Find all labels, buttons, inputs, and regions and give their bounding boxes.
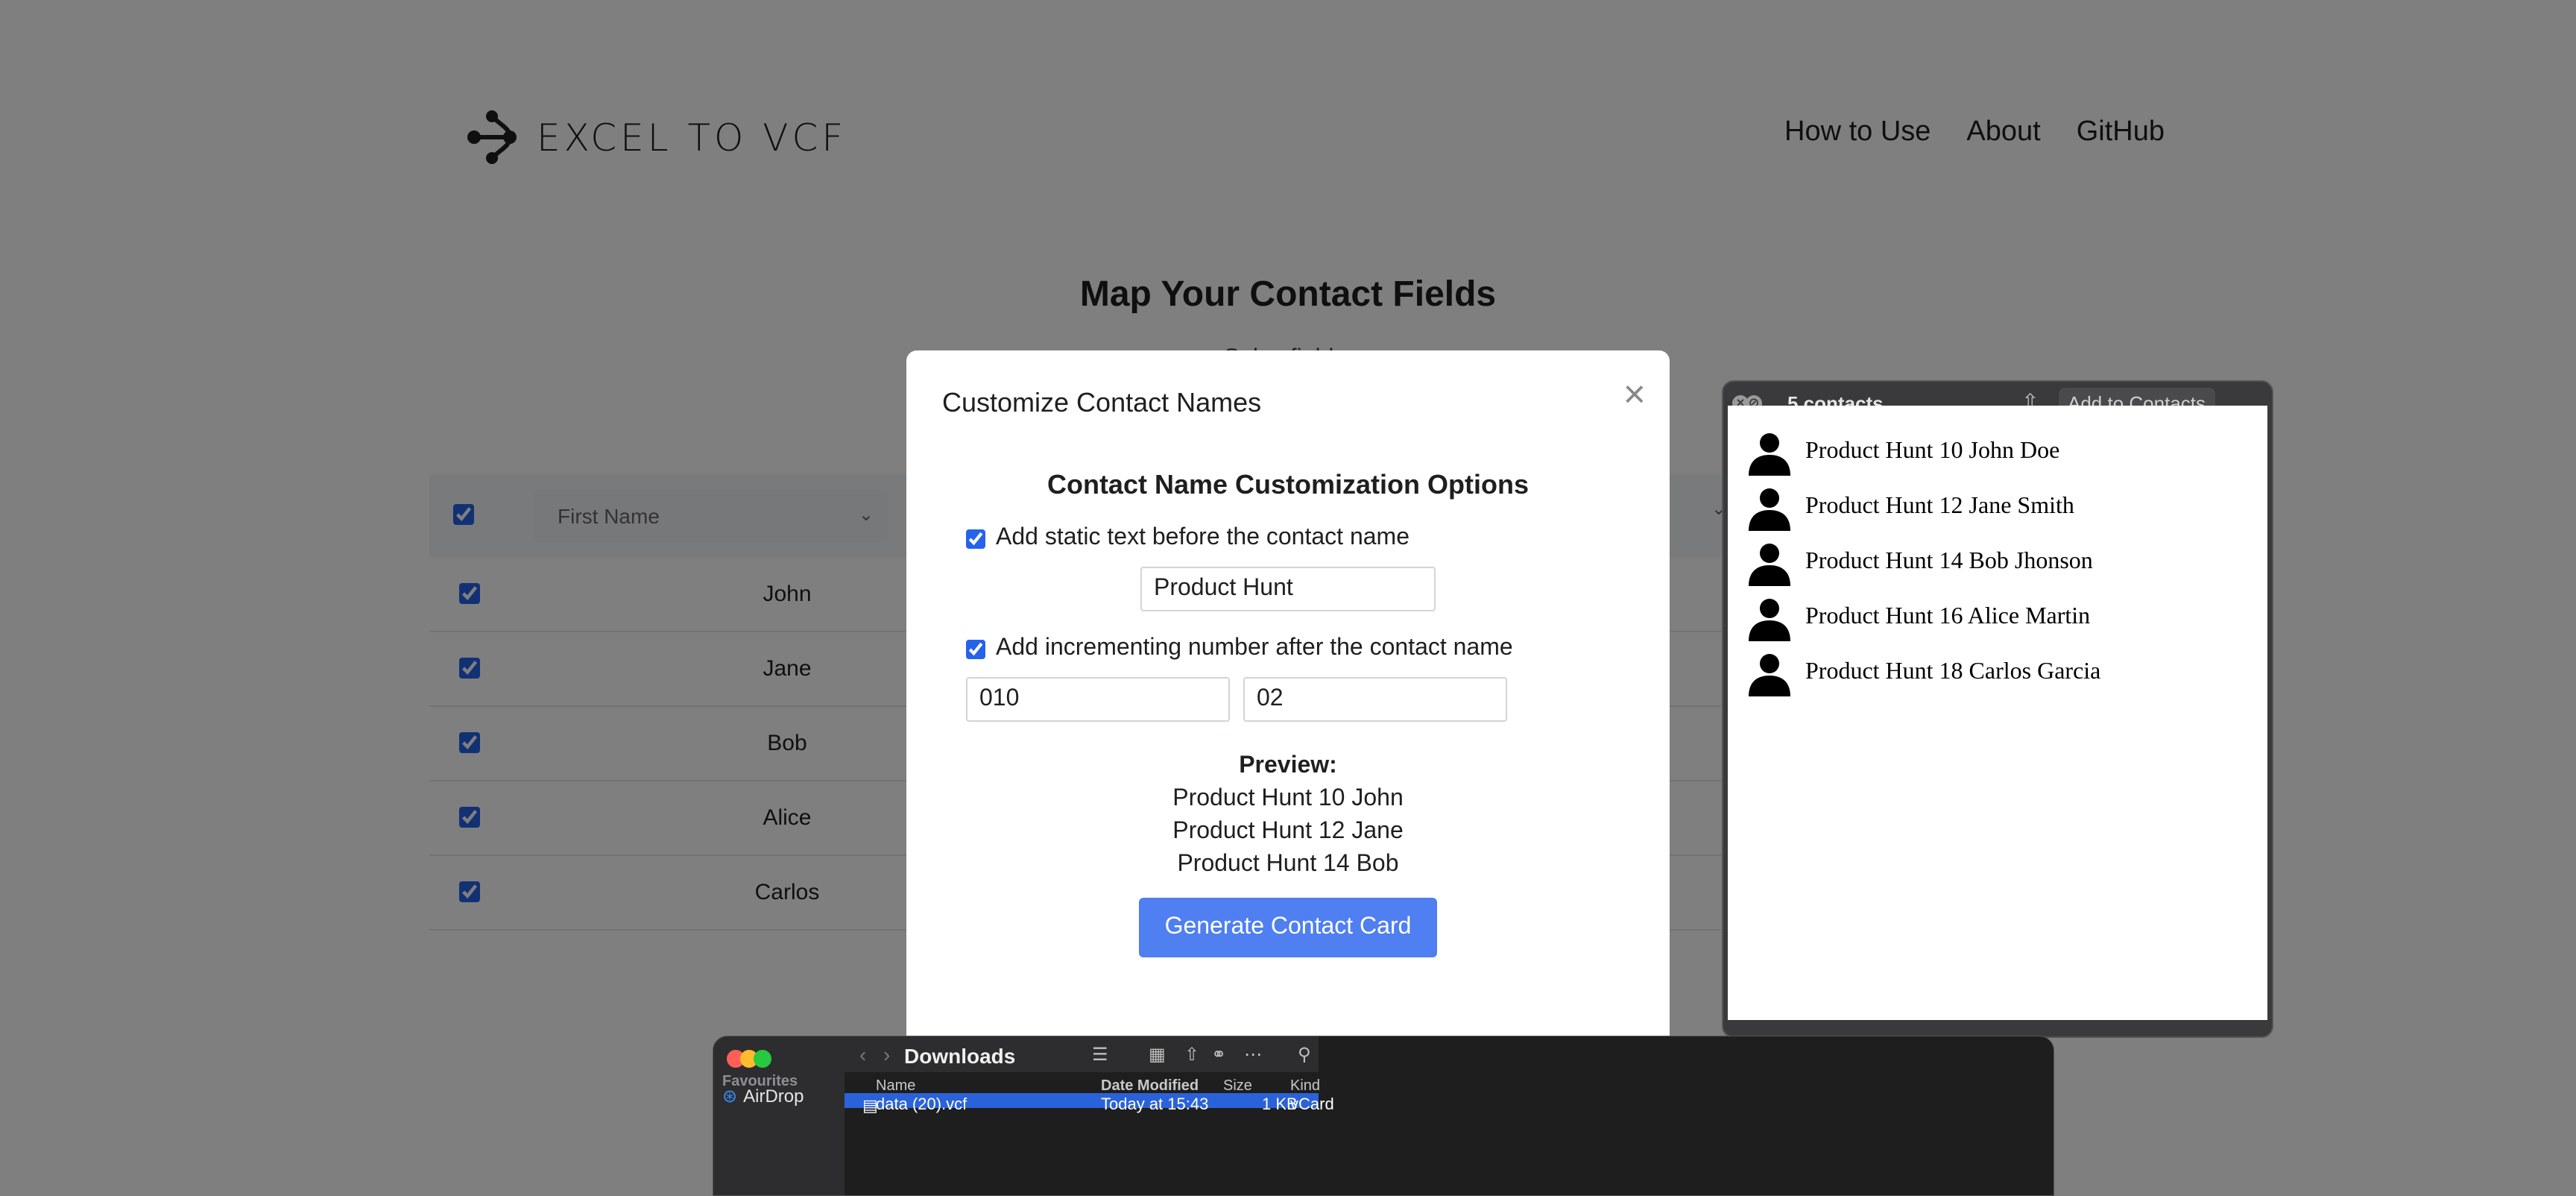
file-kind: vCard <box>1290 1096 1334 1114</box>
column-name[interactable]: Name <box>876 1078 915 1095</box>
step-number-input[interactable] <box>1243 677 1507 722</box>
contact-name: Product Hunt 10 John Doe <box>1805 438 2060 463</box>
contact-name: Product Hunt 12 Jane Smith <box>1805 493 2074 518</box>
finder-main: ‹ › Downloads ☰ ▦ ⇧ ⚭ ⋯ ⚲ Name Date Modi… <box>845 1036 1334 1195</box>
contact-item[interactable]: Product Hunt 16 Alice Martin <box>1746 589 2100 644</box>
column-kind[interactable]: Kind <box>1290 1078 1320 1095</box>
static-text-input[interactable] <box>1140 567 1436 611</box>
contacts-list-panel: Product Hunt 10 John Doe Product Hunt 12… <box>1728 406 2267 1020</box>
preview-line: Product Hunt 12 Jane <box>1172 819 1404 844</box>
finder-title: Downloads <box>904 1044 1016 1068</box>
column-date-modified[interactable]: Date Modified <box>1101 1078 1199 1095</box>
more-options-icon[interactable]: ⋯ <box>1244 1044 1262 1065</box>
modal-title: Customize Contact Names <box>942 388 1262 418</box>
file-name: data (20).vcf <box>876 1096 967 1114</box>
static-text-option[interactable]: Add static text before the contact name <box>966 525 1409 552</box>
preview-line: Product Hunt 10 John <box>1172 786 1404 811</box>
search-icon[interactable]: ⚲ <box>1298 1044 1311 1065</box>
zoom-window-button[interactable] <box>754 1050 771 1068</box>
finder-window: Favourites ⊛ AirDrop ‹ › Downloads ☰ ▦ ⇧… <box>713 1036 2054 1196</box>
preview-line: Product Hunt 14 Bob <box>1177 852 1399 877</box>
person-silhouette-icon <box>1749 488 1790 530</box>
forward-icon[interactable]: › <box>883 1042 890 1066</box>
tag-icon[interactable]: ⚭ <box>1211 1044 1226 1065</box>
increment-option[interactable]: Add incrementing number after the contac… <box>966 635 1513 662</box>
contact-item[interactable]: Product Hunt 10 John Doe <box>1746 424 2100 479</box>
person-silhouette-icon <box>1749 653 1790 696</box>
sidebar-item-airdrop[interactable]: ⊛ AirDrop <box>722 1086 804 1107</box>
static-text-label: Add static text before the contact name <box>996 525 1409 550</box>
contact-item[interactable]: Product Hunt 14 Bob Jhonson <box>1746 534 2100 589</box>
contact-item[interactable]: Product Hunt 18 Carlos Garcia <box>1746 644 2100 699</box>
sidebar-item-label: AirDrop <box>743 1086 804 1107</box>
person-silhouette-icon <box>1749 432 1790 475</box>
file-row[interactable]: ▤ data (20).vcf Today at 15:43 1 KB vCar… <box>845 1093 1334 1115</box>
name-preview: Preview: Product Hunt 10 John Product Hu… <box>906 750 1670 881</box>
finder-toolbar: ‹ › Downloads ☰ ▦ ⇧ ⚭ ⋯ ⚲ <box>845 1036 1319 1072</box>
increment-label: Add incrementing number after the contac… <box>996 635 1513 661</box>
close-icon[interactable]: × <box>1623 374 1646 413</box>
finder-sidebar: Favourites ⊛ AirDrop <box>713 1036 846 1195</box>
options-heading: Contact Name Customization Options <box>1046 470 1529 500</box>
start-number-input[interactable] <box>966 677 1230 722</box>
generate-contact-card-button[interactable]: Generate Contact Card <box>1139 898 1437 957</box>
file-date: Today at 15:43 <box>1101 1096 1209 1114</box>
back-icon[interactable]: ‹ <box>859 1042 866 1066</box>
file-list-header: Name Date Modified Size Kind <box>845 1074 1320 1095</box>
contact-name: Product Hunt 14 Bob Jhonson <box>1805 548 2093 573</box>
contact-item[interactable]: Product Hunt 12 Jane Smith <box>1746 479 2100 534</box>
person-silhouette-icon <box>1749 543 1790 585</box>
share-icon[interactable]: ⇧ <box>1184 1044 1199 1065</box>
preview-heading: Preview: <box>1239 753 1337 778</box>
airdrop-icon: ⊛ <box>722 1086 738 1107</box>
static-text-checkbox[interactable] <box>966 529 985 548</box>
increment-checkbox[interactable] <box>966 639 985 658</box>
contact-name: Product Hunt 18 Carlos Garcia <box>1805 658 2101 684</box>
person-silhouette-icon <box>1749 598 1790 641</box>
grid-view-icon[interactable]: ▦ <box>1149 1044 1166 1065</box>
column-size[interactable]: Size <box>1223 1078 1252 1095</box>
list-view-icon[interactable]: ☰ <box>1092 1044 1108 1065</box>
contact-name: Product Hunt 16 Alice Martin <box>1805 603 2091 629</box>
contacts-quicklook-window: × ⊘ 5 contacts ⇧ Add to Contacts Product… <box>1722 380 2273 1038</box>
